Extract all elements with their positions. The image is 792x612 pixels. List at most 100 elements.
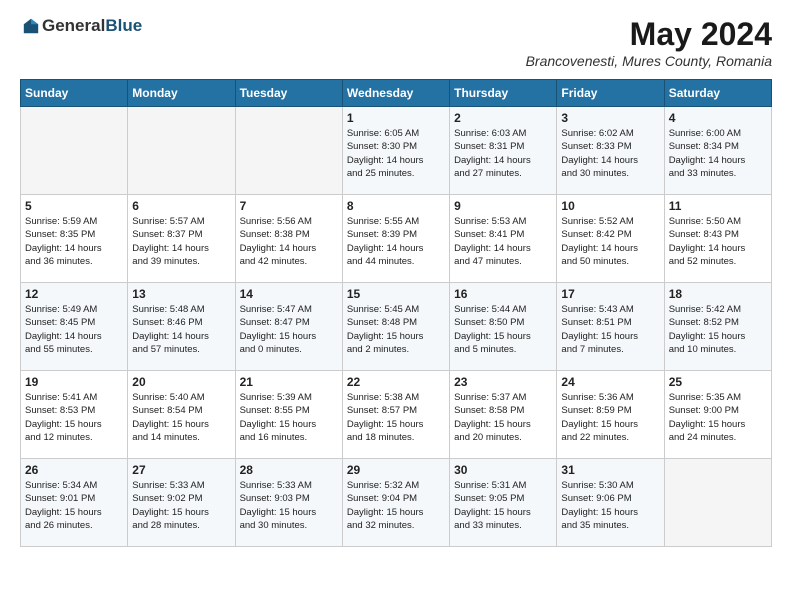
- day-number: 26: [25, 463, 123, 477]
- empty-day-cell: [21, 107, 128, 195]
- day-info: Sunrise: 5:44 AM Sunset: 8:50 PM Dayligh…: [454, 303, 552, 356]
- calendar-day-cell: 26 Sunrise: 5:34 AM Sunset: 9:01 PM Dayli…: [21, 459, 128, 547]
- calendar-day-cell: 9 Sunrise: 5:53 AM Sunset: 8:41 PM Daylig…: [450, 195, 557, 283]
- empty-day-cell: [235, 107, 342, 195]
- logo-blue-text: Blue: [105, 16, 142, 35]
- calendar-day-cell: 21 Sunrise: 5:39 AM Sunset: 8:55 PM Dayli…: [235, 371, 342, 459]
- day-info: Sunrise: 5:55 AM Sunset: 8:39 PM Dayligh…: [347, 215, 445, 268]
- calendar-day-cell: 11 Sunrise: 5:50 AM Sunset: 8:43 PM Dayli…: [664, 195, 771, 283]
- day-info: Sunrise: 5:57 AM Sunset: 8:37 PM Dayligh…: [132, 215, 230, 268]
- page-header: GeneralBlue May 2024 Brancovenesti, Mure…: [20, 16, 772, 69]
- calendar-day-cell: 24Sunrise: 5:36 AM Sunset: 8:59 PM Dayli…: [557, 371, 664, 459]
- day-number: 1: [347, 111, 445, 125]
- day-number: 7: [240, 199, 338, 213]
- logo: GeneralBlue: [20, 16, 142, 36]
- calendar-day-cell: 28 Sunrise: 5:33 AM Sunset: 9:03 PM Dayli…: [235, 459, 342, 547]
- day-info: Sunrise: 5:52 AM Sunset: 8:42 PM Dayligh…: [561, 215, 659, 268]
- calendar-day-cell: 7Sunrise: 5:56 AM Sunset: 8:38 PM Daylig…: [235, 195, 342, 283]
- day-info: Sunrise: 5:49 AM Sunset: 8:45 PM Dayligh…: [25, 303, 123, 356]
- day-number: 23: [454, 375, 552, 389]
- weekday-header-saturday: Saturday: [664, 80, 771, 107]
- day-number: 20: [132, 375, 230, 389]
- calendar-day-cell: 29 Sunrise: 5:32 AM Sunset: 9:04 PM Dayli…: [342, 459, 449, 547]
- calendar-day-cell: 15 Sunrise: 5:45 AM Sunset: 8:48 PM Dayli…: [342, 283, 449, 371]
- day-info: Sunrise: 5:41 AM Sunset: 8:53 PM Dayligh…: [25, 391, 123, 444]
- day-number: 29: [347, 463, 445, 477]
- day-info: Sunrise: 5:59 AM Sunset: 8:35 PM Dayligh…: [25, 215, 123, 268]
- day-info: Sunrise: 5:47 AM Sunset: 8:47 PM Dayligh…: [240, 303, 338, 356]
- day-number: 3: [561, 111, 659, 125]
- day-info: Sunrise: 6:05 AM Sunset: 8:30 PM Dayligh…: [347, 127, 445, 180]
- calendar-week-row: 12 Sunrise: 5:49 AM Sunset: 8:45 PM Dayli…: [21, 283, 772, 371]
- calendar-day-cell: 5 Sunrise: 5:59 AM Sunset: 8:35 PM Daylig…: [21, 195, 128, 283]
- day-info: Sunrise: 5:31 AM Sunset: 9:05 PM Dayligh…: [454, 479, 552, 532]
- day-number: 12: [25, 287, 123, 301]
- day-info: Sunrise: 5:38 AM Sunset: 8:57 PM Dayligh…: [347, 391, 445, 444]
- day-info: Sunrise: 5:45 AM Sunset: 8:48 PM Dayligh…: [347, 303, 445, 356]
- calendar-table: SundayMondayTuesdayWednesdayThursdayFrid…: [20, 79, 772, 547]
- day-info: Sunrise: 5:33 AM Sunset: 9:03 PM Dayligh…: [240, 479, 338, 532]
- day-info: Sunrise: 5:35 AM Sunset: 9:00 PM Dayligh…: [669, 391, 767, 444]
- day-info: Sunrise: 5:53 AM Sunset: 8:41 PM Dayligh…: [454, 215, 552, 268]
- day-number: 6: [132, 199, 230, 213]
- day-info: Sunrise: 5:34 AM Sunset: 9:01 PM Dayligh…: [25, 479, 123, 532]
- day-number: 30: [454, 463, 552, 477]
- day-number: 13: [132, 287, 230, 301]
- calendar-day-cell: 14 Sunrise: 5:47 AM Sunset: 8:47 PM Dayli…: [235, 283, 342, 371]
- calendar-day-cell: 10Sunrise: 5:52 AM Sunset: 8:42 PM Dayli…: [557, 195, 664, 283]
- day-number: 8: [347, 199, 445, 213]
- day-number: 15: [347, 287, 445, 301]
- day-number: 31: [561, 463, 659, 477]
- calendar-day-cell: 6 Sunrise: 5:57 AM Sunset: 8:37 PM Daylig…: [128, 195, 235, 283]
- calendar-day-cell: 19Sunrise: 5:41 AM Sunset: 8:53 PM Dayli…: [21, 371, 128, 459]
- calendar-day-cell: 30 Sunrise: 5:31 AM Sunset: 9:05 PM Dayli…: [450, 459, 557, 547]
- weekday-header-friday: Friday: [557, 80, 664, 107]
- weekday-header-thursday: Thursday: [450, 80, 557, 107]
- logo-general-text: General: [42, 16, 105, 35]
- calendar-day-cell: 20Sunrise: 5:40 AM Sunset: 8:54 PM Dayli…: [128, 371, 235, 459]
- calendar-day-cell: 23 Sunrise: 5:37 AM Sunset: 8:58 PM Dayli…: [450, 371, 557, 459]
- calendar-day-cell: 3Sunrise: 6:02 AM Sunset: 8:33 PM Daylig…: [557, 107, 664, 195]
- day-info: Sunrise: 5:32 AM Sunset: 9:04 PM Dayligh…: [347, 479, 445, 532]
- day-number: 16: [454, 287, 552, 301]
- calendar-week-row: 5 Sunrise: 5:59 AM Sunset: 8:35 PM Daylig…: [21, 195, 772, 283]
- day-info: Sunrise: 5:42 AM Sunset: 8:52 PM Dayligh…: [669, 303, 767, 356]
- logo-icon: [22, 17, 40, 35]
- day-info: Sunrise: 5:50 AM Sunset: 8:43 PM Dayligh…: [669, 215, 767, 268]
- weekday-header-tuesday: Tuesday: [235, 80, 342, 107]
- weekday-header-row: SundayMondayTuesdayWednesdayThursdayFrid…: [21, 80, 772, 107]
- day-number: 5: [25, 199, 123, 213]
- calendar-day-cell: 2 Sunrise: 6:03 AM Sunset: 8:31 PM Daylig…: [450, 107, 557, 195]
- calendar-day-cell: 13 Sunrise: 5:48 AM Sunset: 8:46 PM Dayli…: [128, 283, 235, 371]
- weekday-header-sunday: Sunday: [21, 80, 128, 107]
- day-info: Sunrise: 5:48 AM Sunset: 8:46 PM Dayligh…: [132, 303, 230, 356]
- empty-day-cell: [128, 107, 235, 195]
- month-year-title: May 2024: [526, 16, 772, 53]
- calendar-day-cell: 16 Sunrise: 5:44 AM Sunset: 8:50 PM Dayli…: [450, 283, 557, 371]
- day-info: Sunrise: 5:39 AM Sunset: 8:55 PM Dayligh…: [240, 391, 338, 444]
- calendar-day-cell: 22 Sunrise: 5:38 AM Sunset: 8:57 PM Dayli…: [342, 371, 449, 459]
- day-info: Sunrise: 5:36 AM Sunset: 8:59 PM Dayligh…: [561, 391, 659, 444]
- day-number: 22: [347, 375, 445, 389]
- day-number: 27: [132, 463, 230, 477]
- day-info: Sunrise: 5:30 AM Sunset: 9:06 PM Dayligh…: [561, 479, 659, 532]
- day-number: 14: [240, 287, 338, 301]
- day-info: Sunrise: 6:00 AM Sunset: 8:34 PM Dayligh…: [669, 127, 767, 180]
- day-number: 2: [454, 111, 552, 125]
- day-info: Sunrise: 6:03 AM Sunset: 8:31 PM Dayligh…: [454, 127, 552, 180]
- day-number: 17: [561, 287, 659, 301]
- day-number: 11: [669, 199, 767, 213]
- calendar-day-cell: 8 Sunrise: 5:55 AM Sunset: 8:39 PM Daylig…: [342, 195, 449, 283]
- day-number: 28: [240, 463, 338, 477]
- title-area: May 2024 Brancovenesti, Mures County, Ro…: [526, 16, 772, 69]
- day-number: 9: [454, 199, 552, 213]
- calendar-week-row: 1 Sunrise: 6:05 AM Sunset: 8:30 PM Daylig…: [21, 107, 772, 195]
- day-info: Sunrise: 5:37 AM Sunset: 8:58 PM Dayligh…: [454, 391, 552, 444]
- day-number: 21: [240, 375, 338, 389]
- calendar-day-cell: 18Sunrise: 5:42 AM Sunset: 8:52 PM Dayli…: [664, 283, 771, 371]
- calendar-week-row: 19Sunrise: 5:41 AM Sunset: 8:53 PM Dayli…: [21, 371, 772, 459]
- calendar-week-row: 26 Sunrise: 5:34 AM Sunset: 9:01 PM Dayli…: [21, 459, 772, 547]
- weekday-header-wednesday: Wednesday: [342, 80, 449, 107]
- day-number: 4: [669, 111, 767, 125]
- calendar-day-cell: 4 Sunrise: 6:00 AM Sunset: 8:34 PM Daylig…: [664, 107, 771, 195]
